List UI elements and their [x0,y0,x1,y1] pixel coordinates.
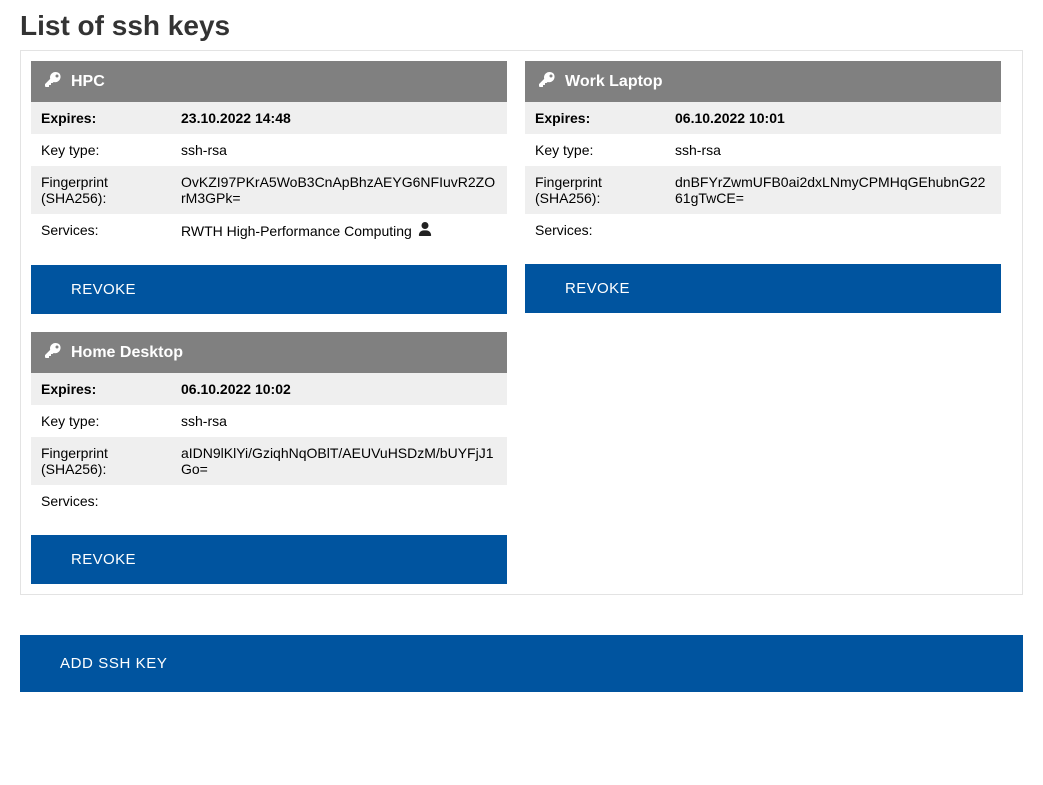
card-row: Services: RWTH High-Performance Computing [31,214,507,247]
row-value: ssh-rsa [181,413,497,429]
card-row: Services: [525,214,1001,246]
row-value-text: aIDN9lKlYi/GziqhNqOBlT/AEUVuHSDzM/bUYFjJ… [181,445,497,477]
key-icon [45,342,61,363]
ssh-key-card: Work Laptop Expires: 06.10.2022 10:01 Key t… [525,61,1001,314]
ssh-key-card: Home Desktop Expires: 06.10.2022 10:02 Key … [31,332,507,584]
row-value: RWTH High-Performance Computing [181,222,497,239]
row-value-text: 23.10.2022 14:48 [181,110,291,126]
row-value: OvKZI97PKrA5WoB3CnApBhzAEYG6NFIuvR2ZOrM3… [181,174,497,206]
key-icon [539,71,555,92]
card-row: Services: [31,485,507,517]
row-value-text: ssh-rsa [181,413,227,429]
card-body: Expires: 06.10.2022 10:01 Key type: ssh-rsa… [525,102,1001,246]
ssh-key-card: HPC Expires: 23.10.2022 14:48 Key type: ssh-… [31,61,507,314]
card-body: Expires: 23.10.2022 14:48 Key type: ssh-rsa… [31,102,507,247]
user-icon [418,222,432,239]
row-value-text: 06.10.2022 10:02 [181,381,291,397]
row-label: Services: [535,222,665,238]
card-row: Fingerprint (SHA256): OvKZI97PKrA5WoB3CnA… [31,166,507,214]
card-header: Work Laptop [525,61,1001,102]
row-label: Key type: [535,142,665,158]
card-row: Expires: 06.10.2022 10:01 [525,102,1001,134]
row-value: ssh-rsa [181,142,497,158]
row-value: aIDN9lKlYi/GziqhNqOBlT/AEUVuHSDzM/bUYFjJ… [181,445,497,477]
row-value-text: dnBFYrZwmUFB0ai2dxLNmyCPMHqGEhubnG2261gT… [675,174,991,206]
ssh-keys-grid: HPC Expires: 23.10.2022 14:48 Key type: ssh-… [31,61,1012,584]
card-row: Key type: ssh-rsa [525,134,1001,166]
row-value-text: RWTH High-Performance Computing [181,223,412,239]
row-value: 06.10.2022 10:01 [675,110,991,126]
row-label: Expires: [535,110,665,126]
card-body: Expires: 06.10.2022 10:02 Key type: ssh-rsa… [31,373,507,517]
revoke-button[interactable]: REVOKE [31,535,507,584]
add-ssh-key-button[interactable]: ADD SSH KEY [20,635,1023,692]
revoke-button[interactable]: REVOKE [31,265,507,314]
row-label: Expires: [41,110,171,126]
row-label: Fingerprint (SHA256): [535,174,665,206]
row-label: Key type: [41,413,171,429]
card-header: HPC [31,61,507,102]
row-value-text: 06.10.2022 10:01 [675,110,785,126]
card-title: HPC [71,73,105,91]
page-title: List of ssh keys [20,10,1023,42]
card-row: Expires: 23.10.2022 14:48 [31,102,507,134]
card-row: Expires: 06.10.2022 10:02 [31,373,507,405]
card-row: Key type: ssh-rsa [31,134,507,166]
card-header: Home Desktop [31,332,507,373]
row-label: Key type: [41,142,171,158]
row-label: Services: [41,222,171,238]
card-title: Home Desktop [71,344,183,362]
row-label: Expires: [41,381,171,397]
key-icon [45,71,61,92]
card-row: Fingerprint (SHA256): aIDN9lKlYi/GziqhNqO… [31,437,507,485]
row-value-text: ssh-rsa [181,142,227,158]
row-label: Services: [41,493,171,509]
row-value: 06.10.2022 10:02 [181,381,497,397]
row-value: ssh-rsa [675,142,991,158]
row-value-text: OvKZI97PKrA5WoB3CnApBhzAEYG6NFIuvR2ZOrM3… [181,174,497,206]
row-value: dnBFYrZwmUFB0ai2dxLNmyCPMHqGEhubnG2261gT… [675,174,991,206]
revoke-button[interactable]: REVOKE [525,264,1001,313]
row-value: 23.10.2022 14:48 [181,110,497,126]
card-row: Key type: ssh-rsa [31,405,507,437]
ssh-keys-container: HPC Expires: 23.10.2022 14:48 Key type: ssh-… [20,50,1023,595]
card-row: Fingerprint (SHA256): dnBFYrZwmUFB0ai2dxL… [525,166,1001,214]
row-label: Fingerprint (SHA256): [41,174,171,206]
row-value-text: ssh-rsa [675,142,721,158]
card-title: Work Laptop [565,73,662,91]
row-label: Fingerprint (SHA256): [41,445,171,477]
